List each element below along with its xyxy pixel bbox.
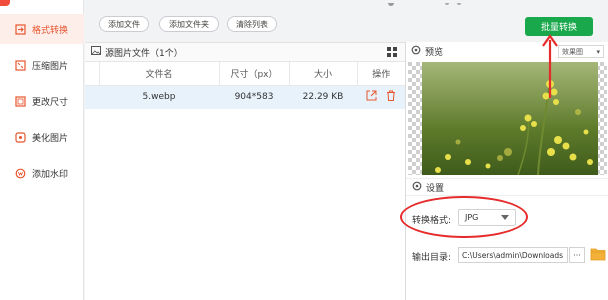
output-dir-label: 输出目录: — [412, 253, 452, 263]
sidebar-item-label: 添加水印 — [32, 169, 69, 180]
sidebar-item-label: 更改尺寸 — [32, 97, 69, 108]
gear-icon — [411, 45, 421, 58]
file-list-title: 源图片文件（1个） — [105, 48, 183, 59]
toolbar: 添加文件 添加文件夹 清除列表 批量转换 — [85, 0, 608, 42]
settings-gear-icon — [412, 181, 422, 194]
resize-icon — [14, 95, 26, 107]
sidebar-item-label: 压缩图片 — [32, 61, 69, 72]
file-name-cell: 5.webp — [99, 85, 219, 109]
preview-header: 预览 效果图 ▾ — [406, 42, 608, 61]
grid-view-icon[interactable] — [387, 47, 397, 57]
table-header-blank — [85, 62, 100, 86]
file-list-panel: 源图片文件（1个） 文件名 尺寸（px） 大小 操作 5.webp 904*58… — [85, 42, 405, 300]
settings-header: 设置 — [406, 178, 608, 196]
preview-panel: 预览 效果图 ▾ 设置 转换格式: JPG 输出目录: C:\Users\adm… — [405, 42, 608, 300]
highlight-annotation — [400, 196, 528, 238]
settings-title: 设置 — [426, 183, 445, 194]
sidebar-item-label: 格式转换 — [32, 25, 69, 36]
delete-icon[interactable] — [386, 90, 396, 104]
column-header-dimensions: 尺寸（px） — [219, 62, 290, 86]
column-header-size: 大小 — [289, 62, 358, 86]
annotation-arrow — [542, 34, 558, 98]
compress-icon — [14, 59, 26, 71]
sidebar-item-resize[interactable]: 更改尺寸 — [0, 86, 84, 116]
watermark-icon — [14, 167, 26, 179]
file-list-header: 源图片文件（1个） — [85, 43, 405, 62]
chevron-down-icon: ▾ — [596, 47, 600, 56]
sidebar-item-beautify[interactable]: 美化图片 — [0, 122, 84, 152]
format-convert-icon — [14, 23, 26, 35]
beautify-icon — [14, 131, 26, 143]
preview-image — [408, 62, 607, 175]
add-folder-button[interactable]: 添加文件夹 — [159, 16, 219, 32]
sidebar-item-compress[interactable]: 压缩图片 — [0, 50, 84, 80]
sidebar-item-format-convert[interactable]: 格式转换 — [0, 14, 84, 44]
add-file-button[interactable]: 添加文件 — [99, 16, 149, 32]
column-header-actions: 操作 — [357, 62, 405, 86]
app-logo — [0, 0, 10, 6]
table-row[interactable]: 5.webp 904*583 22.29 KB — [85, 85, 405, 109]
sidebar-item-label: 美化图片 — [32, 133, 69, 144]
folder-icon[interactable] — [590, 247, 606, 261]
effect-view-value: 效果图 — [562, 47, 583, 56]
output-dir-input[interactable]: C:\Users\admin\Downloads — [458, 247, 568, 263]
file-size-cell: 22.29 KB — [289, 85, 357, 109]
browse-more-button[interactable]: ··· — [569, 247, 585, 263]
image-icon — [91, 46, 101, 58]
row-spacer — [85, 85, 99, 109]
file-table: 文件名 尺寸（px） 大小 操作 5.webp 904*583 22.29 KB — [85, 62, 405, 109]
open-external-icon[interactable] — [366, 90, 380, 104]
sidebar-item-watermark[interactable]: 添加水印 — [0, 158, 84, 188]
file-dimensions-cell: 904*583 — [219, 85, 289, 109]
file-actions-cell — [357, 85, 405, 109]
column-header-filename: 文件名 — [99, 62, 220, 86]
preview-title: 预览 — [425, 48, 444, 58]
clear-list-button[interactable]: 清除列表 — [227, 16, 277, 32]
sidebar: 格式转换 压缩图片 更改尺寸 美化图片 添加水印 — [0, 0, 84, 300]
window-controls — [385, 0, 465, 6]
